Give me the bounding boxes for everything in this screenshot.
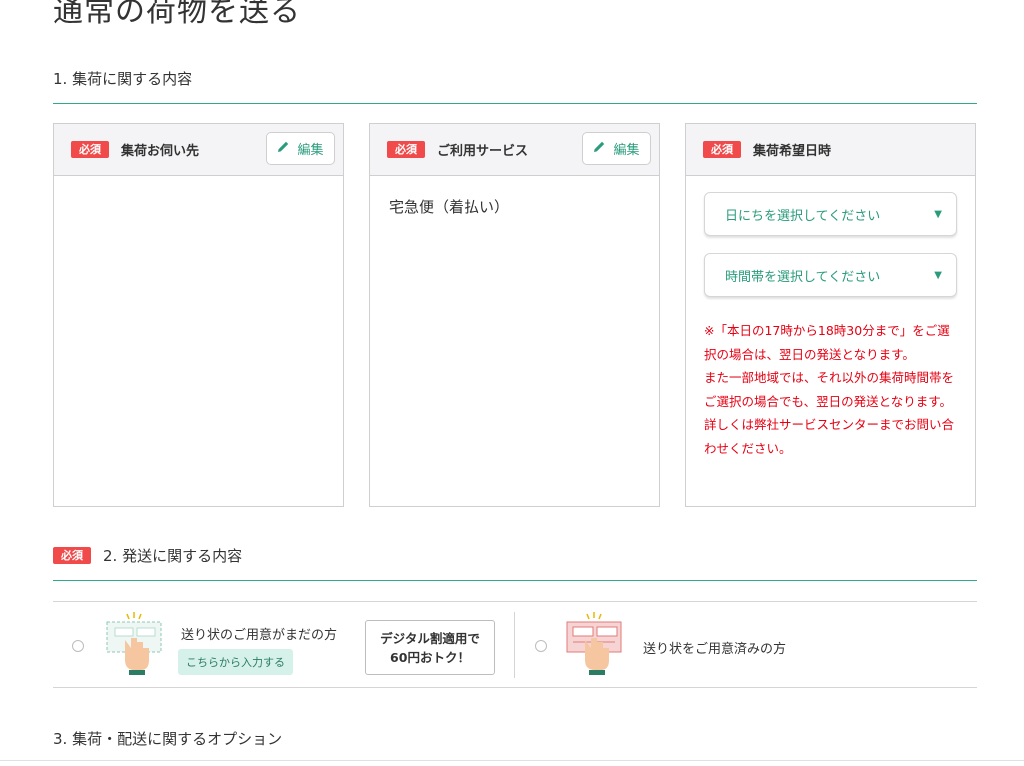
prepared-waybill-hand-icon — [565, 612, 623, 682]
pickup-address-card: 必須 集荷お伺い先 編集 — [53, 123, 344, 507]
service-value: 宅急便（着払い） — [389, 198, 510, 216]
digital-discount-badge: デジタル割適用で 60円おトク！ — [365, 620, 495, 675]
pickup-address-edit-button[interactable]: 編集 — [266, 132, 335, 165]
pickup-address-card-header: 必須 集荷お伺い先 編集 — [54, 124, 343, 176]
date-select-label: 日にちを選択してください — [725, 208, 881, 224]
service-card: 必須 ご利用サービス 編集 宅急便（着払い） — [369, 123, 660, 507]
service-card-header: 必須 ご利用サービス 編集 — [370, 124, 659, 176]
edit-label: 編集 — [297, 143, 324, 158]
waybill-hand-icon — [105, 612, 163, 682]
time-select-label: 時間帯を選択してください — [725, 269, 881, 285]
pickup-address-title: 集荷お伺い先 — [121, 144, 200, 159]
required-badge: 必須 — [53, 547, 91, 564]
service-title: ご利用サービス — [437, 144, 529, 159]
section-1-heading: 1. 集荷に関する内容 — [53, 68, 977, 104]
service-edit-button[interactable]: 編集 — [582, 132, 651, 165]
required-badge: 必須 — [387, 141, 425, 158]
enter-waybill-link[interactable]: こちらから入力する — [178, 649, 293, 675]
section-2-heading: 必須 2. 発送に関する内容 — [53, 545, 977, 581]
options-divider — [514, 612, 515, 678]
radio-ready[interactable] — [535, 640, 547, 652]
pickup-datetime-card-header: 必須 集荷希望日時 — [686, 124, 975, 176]
notice-line-1: ※「本日の17時から18時30分まで」をご選択の場合は、翌日の発送となります。 — [704, 323, 950, 362]
footer-divider — [0, 760, 1024, 761]
option-ready-label: 送り状をご用意済みの方 — [643, 642, 787, 657]
pencil-icon — [593, 140, 606, 157]
promo-line-2: 60円おトク！ — [390, 649, 470, 665]
edit-label: 編集 — [613, 143, 640, 158]
date-select[interactable]: 日にちを選択してください ▼ — [704, 192, 957, 236]
pickup-datetime-card: 必須 集荷希望日時 日にちを選択してください ▼ 時間帯を選択してください ▼ … — [685, 123, 976, 507]
page-title: 通常の荷物を送る — [53, 0, 301, 29]
dropdown-arrow-icon: ▼ — [934, 269, 942, 281]
required-badge: 必須 — [71, 141, 109, 158]
section-1-title: 1. 集荷に関する内容 — [53, 70, 193, 88]
section-3-heading: 3. 集荷・配送に関するオプション — [53, 728, 977, 764]
time-select[interactable]: 時間帯を選択してください ▼ — [704, 253, 957, 297]
pickup-notice: ※「本日の17時から18時30分まで」をご選択の場合は、翌日の発送となります。 … — [704, 319, 957, 460]
required-badge: 必須 — [703, 141, 741, 158]
pickup-address-body — [54, 176, 343, 216]
promo-line-1: デジタル割適用で — [380, 630, 480, 646]
section-3-title: 3. 集荷・配送に関するオプション — [53, 730, 283, 748]
radio-not-ready[interactable] — [72, 640, 84, 652]
shipping-label-options: 送り状のご用意がまだの方 こちらから入力する デジタル割適用で 60円おトク！ … — [53, 601, 977, 688]
option-not-ready-label: 送り状のご用意がまだの方 — [181, 628, 338, 643]
dropdown-arrow-icon: ▼ — [934, 208, 942, 220]
notice-line-2: また一部地域では、それ以外の集荷時間帯をご選択の場合でも、翌日の発送となります。 — [704, 370, 955, 409]
notice-line-3: 詳しくは弊社サービスセンターまでお問い合わせください。 — [704, 417, 955, 456]
section-2-title: 2. 発送に関する内容 — [103, 547, 243, 565]
pickup-datetime-title: 集荷希望日時 — [753, 144, 832, 159]
pencil-icon — [277, 140, 290, 157]
